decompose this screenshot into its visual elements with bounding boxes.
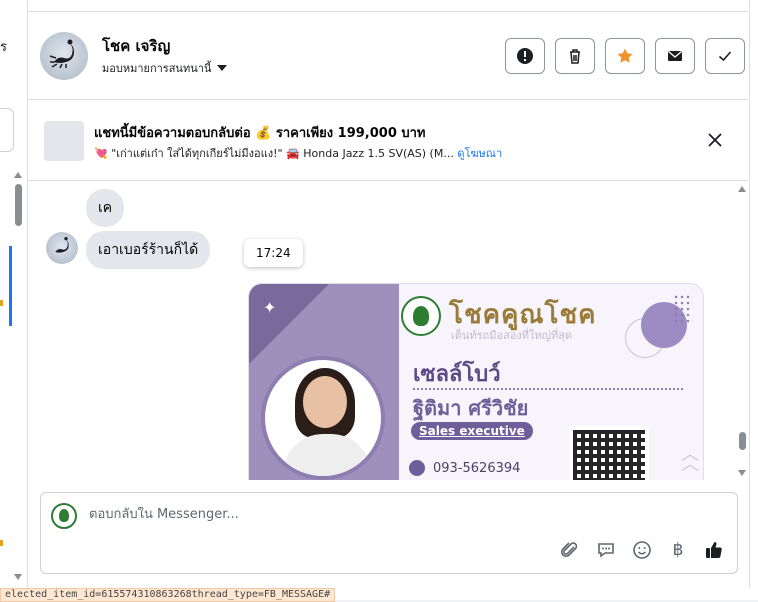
baht-icon: ฿ bbox=[672, 540, 684, 560]
scrollbar-thumb[interactable] bbox=[739, 432, 746, 450]
ad-title: แชทนี้มีข้อความตอบกลับต่อ 💰 ราคาเพียง 19… bbox=[94, 126, 426, 141]
done-button[interactable] bbox=[705, 38, 745, 74]
list-scrollbar[interactable] bbox=[12, 168, 24, 584]
header-actions bbox=[505, 38, 745, 74]
chevron-down-icon bbox=[217, 65, 228, 71]
ad-subtitle: 💘 "เก่าแต่เก๋า ใส่ได้ทุกเกียร์ไม่มีงอแง!… bbox=[94, 144, 502, 162]
card-decoration bbox=[673, 294, 693, 324]
scroll-up-arrow-icon[interactable] bbox=[738, 186, 746, 192]
card-tagline: เต็นท์รถมือสองที่ใหญ่ที่สุด bbox=[451, 329, 573, 342]
composer-toolbar: ฿ bbox=[559, 539, 725, 561]
sparkle-icon: ✦ bbox=[263, 298, 277, 317]
assign-label: มอบหมายการสนทนานี้ bbox=[102, 62, 212, 75]
scroll-up-arrow-icon[interactable] bbox=[14, 172, 22, 178]
star-button[interactable] bbox=[605, 38, 645, 74]
conversation-header: โชค เจริญ มอบหมายการสนทนานี้ bbox=[28, 12, 749, 100]
business-card-image[interactable]: ✦ โชคคูณโชค เต็นท์รถมือสองที่ใหญ่ที่สุด … bbox=[248, 283, 704, 480]
trash-icon bbox=[570, 49, 580, 64]
divider bbox=[413, 388, 683, 390]
inbox-window: ร โชค เจริญ มอบหมายการสนทนานี้ แชทนี้มีข… bbox=[0, 0, 758, 602]
card-full-name: ฐิติมา ศรีวิชัย bbox=[413, 396, 529, 420]
payment-button[interactable]: ฿ bbox=[667, 539, 689, 561]
left-panel-card[interactable] bbox=[0, 108, 14, 152]
ad-reply-banner: แชทนี้มีข้อความตอบกลับต่อ 💰 ราคาเพียง 19… bbox=[28, 101, 749, 181]
envelope-icon bbox=[668, 51, 682, 61]
exclamation-icon bbox=[517, 48, 533, 64]
mail-button[interactable] bbox=[655, 38, 695, 74]
incoming-message[interactable]: เอาเบอร์ร้านก็ได้ bbox=[86, 231, 211, 269]
chevron-up-icon: ︿ ︿ bbox=[681, 444, 699, 475]
paperclip-icon bbox=[560, 542, 578, 558]
message-thread: เค เอาเบอร์ร้านก็ได้ 17:24 ✦ โชคคูณโชค เ… bbox=[28, 182, 736, 480]
left-panel-text-fragment: ร bbox=[0, 40, 7, 55]
thumbs-up-icon bbox=[706, 542, 722, 558]
smiley-icon bbox=[633, 541, 651, 559]
scrollbar-thumb[interactable] bbox=[15, 184, 22, 226]
ad-subtitle-text: 💘 "เก่าแต่เก๋า ใส่ได้ทุกเกียร์ไม่มีงอแง!… bbox=[94, 147, 454, 160]
contact-avatar[interactable] bbox=[40, 32, 88, 80]
card-phone-number: 093-5626394 bbox=[433, 460, 521, 476]
scorpion-icon bbox=[55, 237, 69, 253]
attach-button[interactable] bbox=[559, 539, 581, 561]
delete-button[interactable] bbox=[555, 38, 595, 74]
scroll-down-arrow-icon[interactable] bbox=[14, 574, 22, 580]
incoming-message[interactable]: เค bbox=[86, 189, 125, 227]
timestamp-tooltip: 17:24 bbox=[244, 239, 303, 267]
scroll-down-arrow-icon[interactable] bbox=[738, 470, 746, 476]
reply-input[interactable] bbox=[89, 507, 589, 522]
salesperson-photo bbox=[261, 356, 385, 480]
saved-replies-button[interactable] bbox=[595, 539, 617, 561]
thread-scrollbar[interactable] bbox=[736, 182, 748, 480]
ad-thumbnail bbox=[44, 121, 84, 161]
phone-icon bbox=[409, 460, 425, 476]
close-icon[interactable] bbox=[707, 132, 723, 148]
checkmark-icon bbox=[718, 51, 732, 62]
report-button[interactable] bbox=[505, 38, 545, 74]
scorpion-icon bbox=[49, 39, 74, 69]
card-phone: 093-5626394 bbox=[409, 460, 520, 476]
page-avatar bbox=[51, 503, 77, 529]
qr-code bbox=[569, 426, 649, 480]
assign-conversation-dropdown[interactable]: มอบหมายการสนทนานี้ bbox=[102, 59, 228, 77]
emoji-button[interactable] bbox=[631, 539, 653, 561]
reply-composer: ฿ bbox=[40, 492, 738, 574]
unread-marker bbox=[0, 540, 3, 546]
card-role: Sales executive bbox=[411, 422, 533, 440]
sender-avatar[interactable] bbox=[46, 232, 78, 264]
view-ad-link[interactable]: ดูโฆษณา bbox=[457, 147, 502, 160]
dealer-logo bbox=[401, 296, 441, 336]
contact-name: โชค เจริญ bbox=[102, 37, 171, 55]
card-nickname: เซลล์โบว์ bbox=[413, 362, 501, 387]
speech-bubble-icon bbox=[598, 543, 614, 558]
divider bbox=[749, 0, 750, 588]
unread-marker bbox=[0, 300, 3, 306]
like-button[interactable] bbox=[703, 539, 725, 561]
star-icon bbox=[617, 48, 633, 63]
conversation-list-panel: ร bbox=[0, 0, 28, 588]
